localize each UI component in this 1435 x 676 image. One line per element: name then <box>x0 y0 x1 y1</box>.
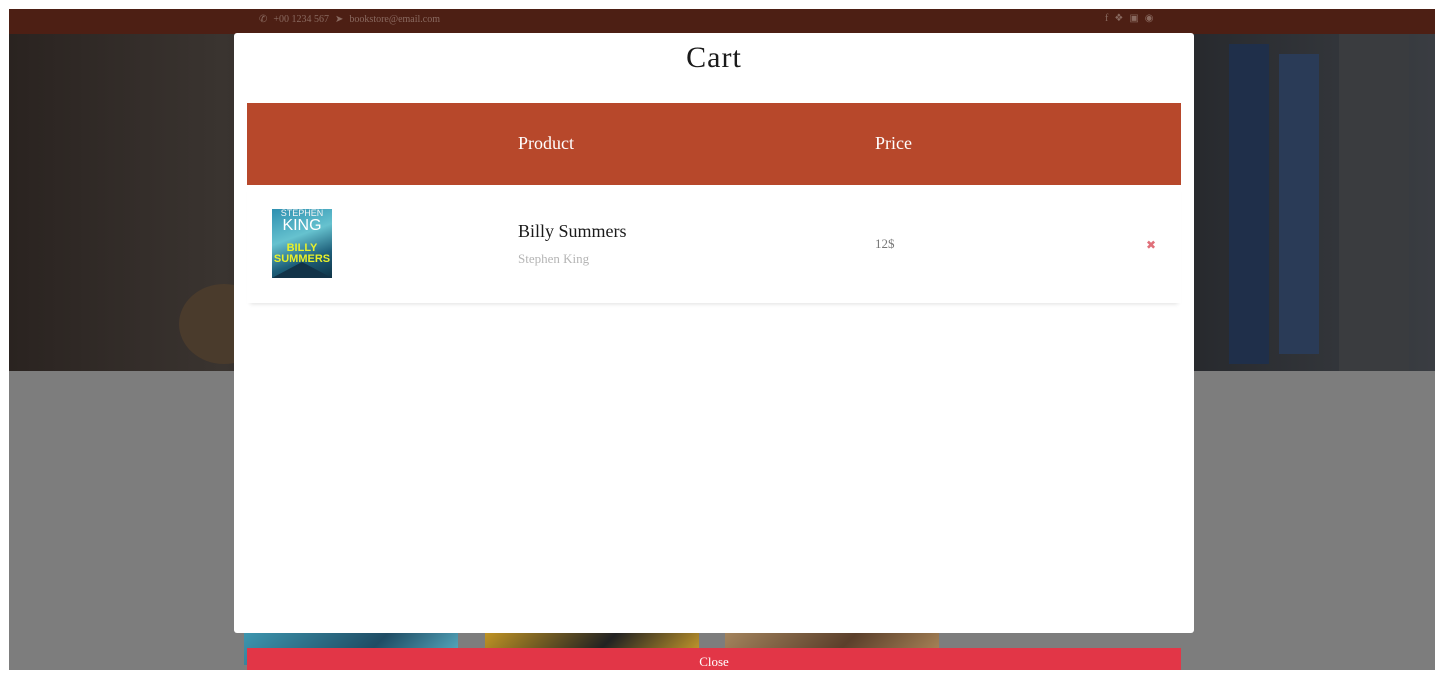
hero-book-spine <box>1279 54 1319 354</box>
hero-book-spine <box>1339 34 1409 371</box>
book-price: 12$ <box>875 236 895 251</box>
social-links: f ❖ ▣ ◉ <box>1105 13 1154 24</box>
twitter-icon[interactable]: ❖ <box>1114 13 1123 24</box>
topbar: ✆ +00 1234 567 ➤ bookstore@email.com f ❖… <box>9 9 1435 34</box>
phone-number[interactable]: +00 1234 567 <box>273 14 329 25</box>
hero-book-spine <box>1229 44 1269 364</box>
paper-plane-icon: ➤ <box>335 14 344 25</box>
close-button[interactable]: Close <box>247 648 1181 670</box>
cart-modal: Cart Product Price STEPHEN KING BILLY SU… <box>234 33 1194 633</box>
column-header-price: Price <box>875 133 912 153</box>
instagram-icon[interactable]: ▣ <box>1129 13 1138 24</box>
cart-table-header: Product Price <box>247 103 1181 185</box>
book-author: Stephen King <box>518 251 590 266</box>
email-link[interactable]: bookstore@email.com <box>349 14 440 25</box>
modal-title: Cart <box>686 41 742 74</box>
phone-icon: ✆ <box>259 14 268 25</box>
facebook-icon[interactable]: f <box>1105 13 1108 24</box>
book-cover-thumbnail[interactable]: STEPHEN KING BILLY SUMMERS <box>272 209 332 278</box>
book-title[interactable]: Billy Summers <box>518 221 627 242</box>
column-header-product: Product <box>518 133 574 153</box>
close-icon[interactable]: ✖ <box>1146 238 1156 252</box>
dribbble-icon[interactable]: ◉ <box>1145 13 1154 24</box>
cart-item-row: STEPHEN KING BILLY SUMMERS Billy Summers… <box>247 185 1181 303</box>
contact-info: ✆ +00 1234 567 ➤ bookstore@email.com <box>259 14 440 25</box>
